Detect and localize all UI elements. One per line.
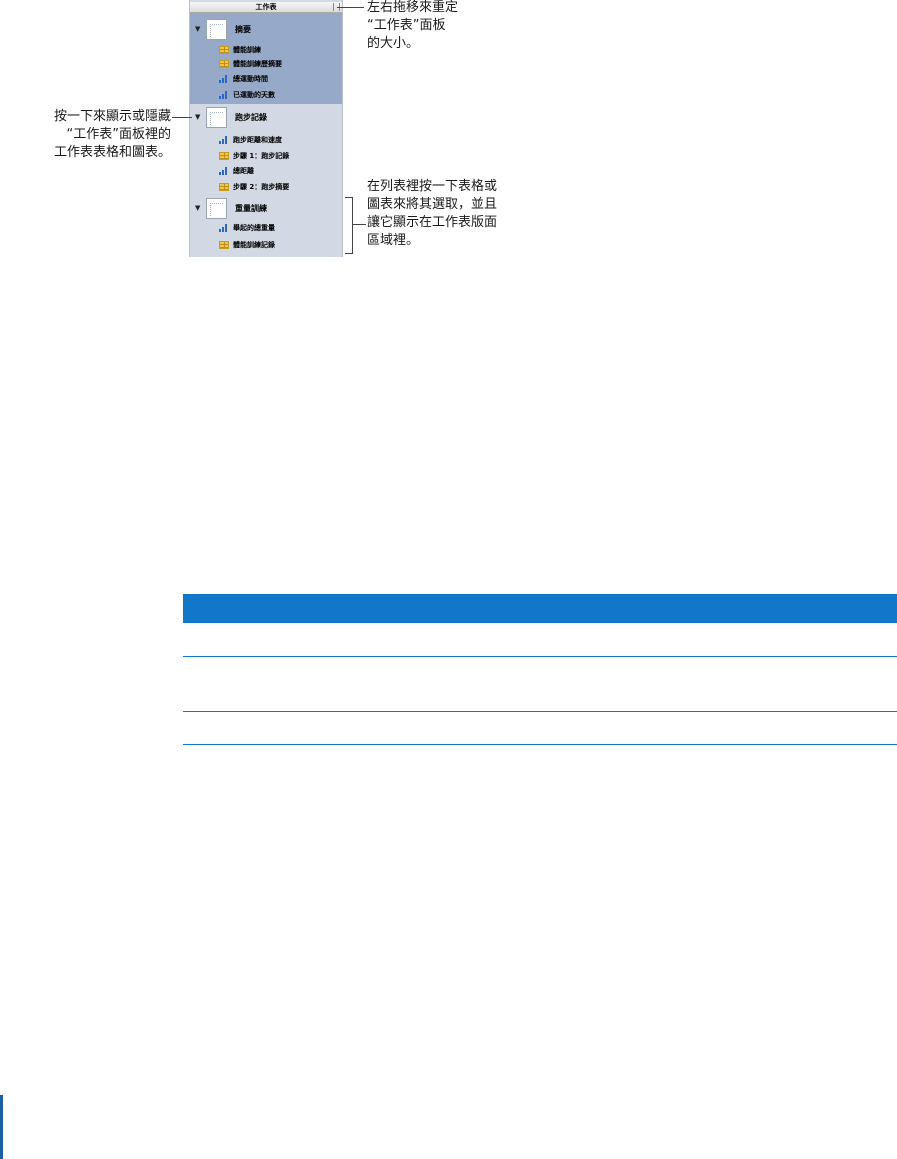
list-item[interactable]: 跑步距離和速度 bbox=[190, 133, 342, 147]
list-item-label: 已運動的天數 bbox=[233, 91, 275, 99]
list-item[interactable]: 步驟 2：跑步摘要 bbox=[190, 180, 342, 194]
callout-select: 在列表裡按一下表格或 圖表來將其選取，並且 讓它顯示在工作表版面 區域裡。 bbox=[367, 178, 497, 250]
list-item[interactable]: 總運動時間 bbox=[190, 72, 342, 86]
table-header bbox=[183, 594, 897, 623]
callout-leader-line bbox=[337, 7, 364, 8]
list-item-label: 總運動時間 bbox=[233, 75, 268, 83]
list-item-label: 體能訓練 bbox=[233, 46, 261, 54]
bar-chart-icon bbox=[219, 75, 229, 83]
callout-line: 在列表裡按一下表格或 bbox=[367, 179, 498, 194]
bar-chart-icon bbox=[219, 224, 229, 232]
page-margin-bar bbox=[0, 1095, 3, 1159]
callout-line: 讓它顯示在工作表版面 bbox=[367, 215, 498, 230]
bracket-spine bbox=[352, 197, 353, 254]
bar-chart-icon bbox=[219, 91, 229, 99]
list-item-label: 跑步距離和速度 bbox=[233, 136, 282, 144]
callout-toggle: 按一下來顯示或隱藏 “工作表”面板裡的 工作表表格和圖表。 bbox=[30, 108, 171, 162]
list-item-label: 舉起的總重量 bbox=[233, 224, 275, 232]
disclosure-triangle-icon[interactable]: ▼ bbox=[195, 25, 200, 33]
sheet-icon bbox=[206, 18, 227, 40]
callout-leader-line bbox=[352, 224, 366, 225]
sheet-row-running-log[interactable]: ▼ 跑步記錄 bbox=[190, 104, 342, 130]
list-item[interactable]: 已運動的天數 bbox=[190, 88, 342, 102]
list-item[interactable]: 體能訓練 bbox=[190, 43, 342, 57]
callout-line: 圖表來將其選取，並且 bbox=[367, 197, 498, 212]
list-item[interactable]: 總距離 bbox=[190, 164, 342, 178]
table-icon bbox=[219, 183, 229, 191]
callout-line: 工作表表格和圖表。 bbox=[53, 145, 171, 160]
callout-line: 區域裡。 bbox=[367, 233, 420, 248]
sheet-label: 跑步記錄 bbox=[235, 112, 267, 122]
bar-chart-icon bbox=[219, 167, 229, 175]
sheets-pane: 工作表 ▼ 摘要 體能訓練 體能訓練歷摘要 總運動時間 已運動的天數 ▼ 跑步記… bbox=[189, 0, 343, 257]
callout-leader-line bbox=[172, 117, 192, 118]
list-item-label: 體能訓練記錄 bbox=[233, 241, 275, 249]
sheet-icon bbox=[206, 197, 227, 219]
list-item[interactable]: 體能訓練記錄 bbox=[190, 238, 342, 252]
callout-line: “工作表”面板 bbox=[367, 18, 446, 33]
callout-line: 的大小。 bbox=[367, 36, 420, 51]
bar-chart-icon bbox=[219, 136, 229, 144]
list-item-label: 體能訓練歷摘要 bbox=[233, 60, 282, 68]
sheet-label: 重量訓練 bbox=[235, 203, 267, 213]
table-row-divider bbox=[183, 711, 897, 712]
list-item-label: 總距離 bbox=[233, 167, 254, 175]
sheet-row-summary[interactable]: ▼ 摘要 bbox=[190, 16, 342, 42]
callout-line: 按一下來顯示或隱藏 bbox=[53, 109, 171, 124]
list-item[interactable]: 體能訓練歷摘要 bbox=[190, 57, 342, 71]
callout-line: “工作表”面板裡的 bbox=[66, 127, 171, 142]
callout-resize: 左右拖移來重定 “工作表”面板 的大小。 bbox=[367, 0, 458, 53]
sheet-icon bbox=[206, 106, 227, 128]
disclosure-triangle-icon[interactable]: ▼ bbox=[195, 204, 200, 212]
list-item-label: 步驟 1：跑步記錄 bbox=[233, 152, 290, 160]
list-item-label: 步驟 2：跑步摘要 bbox=[233, 183, 290, 191]
table-icon bbox=[219, 152, 229, 160]
sheets-pane-header[interactable]: 工作表 bbox=[190, 2, 342, 13]
sheets-pane-title: 工作表 bbox=[255, 3, 277, 11]
callout-line: 左右拖移來重定 bbox=[367, 0, 459, 15]
disclosure-triangle-icon[interactable]: ▼ bbox=[195, 113, 200, 121]
list-item[interactable]: 舉起的總重量 bbox=[190, 221, 342, 235]
table-icon bbox=[219, 241, 229, 249]
table-row-divider bbox=[183, 656, 897, 657]
sheet-label: 摘要 bbox=[235, 24, 251, 34]
table-icon bbox=[219, 60, 229, 68]
table-row-divider bbox=[183, 744, 897, 745]
table-icon bbox=[219, 46, 229, 54]
bracket-bottom bbox=[345, 253, 353, 254]
list-item[interactable]: 步驟 1：跑步記錄 bbox=[190, 149, 342, 163]
sheet-row-weight-training[interactable]: ▼ 重量訓練 bbox=[190, 195, 342, 221]
